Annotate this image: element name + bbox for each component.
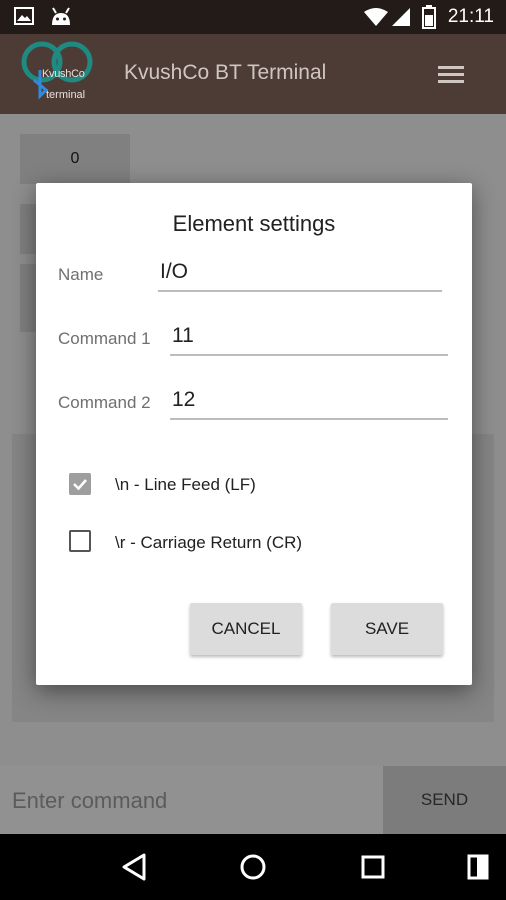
lf-checkbox[interactable]: [69, 473, 91, 495]
dialog-title: Element settings: [172, 211, 336, 236]
name-label: Name: [58, 265, 104, 284]
wifi-icon: [364, 8, 388, 31]
command2-label: Command 2: [58, 393, 151, 412]
battery-icon: [422, 5, 436, 34]
command2-field-underline: [170, 418, 448, 420]
home-icon[interactable]: [240, 854, 266, 885]
recents-icon[interactable]: [361, 855, 385, 884]
clock: 21:11: [447, 6, 494, 27]
command2-field[interactable]: 12: [172, 388, 195, 412]
logo-text-line2: terminal: [46, 89, 86, 101]
app-bar: KvushCo terminal KvushCo BT Terminal: [0, 34, 506, 114]
command1-label: Command 1: [58, 329, 151, 348]
cr-checkbox[interactable]: [69, 530, 91, 552]
logo-text-line1: KvushCo: [42, 68, 85, 80]
navigation-bar: [0, 834, 506, 900]
element-settings-dialog: Element settings Name I/O Command 1 11 C…: [36, 183, 472, 685]
name-field[interactable]: I/O: [160, 260, 188, 284]
menu-icon[interactable]: [438, 66, 464, 84]
command1-field[interactable]: 11: [172, 324, 194, 348]
lf-checkbox-label: \n - Line Feed (LF): [115, 475, 256, 494]
name-field-underline: [158, 290, 442, 292]
app-title: KvushCo BT Terminal: [124, 61, 327, 84]
app-logo: KvushCo terminal: [20, 40, 94, 108]
signal-icon: [392, 8, 412, 31]
android-notification-icon: [50, 7, 72, 32]
cr-checkbox-label: \r - Carriage Return (CR): [115, 533, 303, 552]
image-notification-icon: [14, 7, 34, 30]
status-bar: 21:11: [0, 0, 506, 34]
split-screen-icon[interactable]: [467, 854, 489, 885]
save-button[interactable]: SAVE: [331, 603, 443, 655]
cancel-button[interactable]: CANCEL: [190, 603, 302, 655]
command1-field-underline: [170, 354, 448, 356]
back-icon[interactable]: [121, 853, 147, 886]
